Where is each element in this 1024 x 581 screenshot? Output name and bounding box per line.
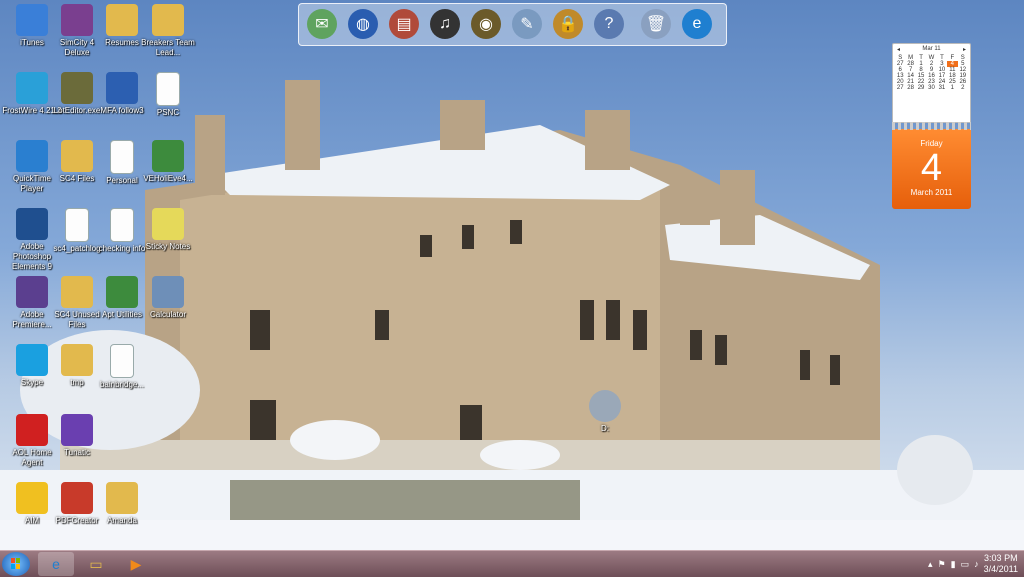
document-icon <box>65 208 89 242</box>
desktop-icon-label: PSNC <box>156 108 180 117</box>
calendar-day[interactable]: 1 <box>947 85 957 91</box>
desktop-icon-label: Tunatic <box>64 448 90 457</box>
desktop-icon-sticky-notes[interactable]: Sticky Notes <box>138 208 198 252</box>
disc-drive-icon <box>589 390 621 422</box>
desktop-icon-document[interactable]: bainbridge... <box>92 344 152 390</box>
globe-icon[interactable]: ◍ <box>348 9 378 39</box>
folder-icon <box>152 4 184 36</box>
clock[interactable]: 3:03 PM 3/4/2011 <box>984 553 1018 575</box>
calendar-day[interactable]: 28 <box>905 85 915 91</box>
lock-icon[interactable]: 🔒 <box>553 9 583 39</box>
day-name: Friday <box>920 139 943 148</box>
document-icon <box>110 140 134 174</box>
calendar-gadget[interactable]: ◂ Mar 11 ▸ S M T W T F S 27 28 1 2 3 4 5 6 7 8 9 10 11 12 13 1… <box>892 43 971 209</box>
desktop-icon-label: bainbridge... <box>99 380 145 389</box>
aol-agent-icon <box>16 414 48 446</box>
system-tray: ▴ ⚑ ▮ ▭ ♪ 3:03 PM 3/4/2011 <box>928 552 1018 576</box>
photoshop-icon <box>16 208 48 240</box>
aim-icon <box>16 482 48 514</box>
notepad-icon[interactable]: ✎ <box>512 9 542 39</box>
calendar-day[interactable]: 2 <box>958 85 968 91</box>
internet-explorer-icon[interactable]: e <box>682 9 712 39</box>
calculator-icon <box>152 276 184 308</box>
desktop-icon-label: Sticky Notes <box>145 242 191 251</box>
show-hidden-icon[interactable]: ▴ <box>928 559 933 570</box>
desktop-icon-folder[interactable]: Breakers Team Lead... <box>138 4 198 58</box>
folder-icon <box>61 344 93 376</box>
month-header: Mar 11 <box>922 46 941 52</box>
mini-calendar[interactable]: ◂ Mar 11 ▸ S M T W T F S 27 28 1 2 3 4 5 6 7 8 9 10 11 12 13 1… <box>892 43 971 123</box>
document-icon <box>110 208 134 242</box>
document-icon <box>156 72 180 106</box>
desktop[interactable]: iTunes SimCity 4 Deluxe Resumes Breakers Te… <box>0 0 1024 550</box>
desktop-icon-disc-drive[interactable]: D: <box>575 390 635 434</box>
flag-icon[interactable]: ⚑ <box>938 559 946 570</box>
clock-time: 3:03 PM <box>984 553 1018 563</box>
quicktime-icon <box>16 140 48 172</box>
calendar-day[interactable]: 31 <box>937 85 947 91</box>
desktop-icon-excel-doc[interactable]: VEHoliEve4... <box>138 140 198 184</box>
network-icon[interactable]: ▮ <box>951 559 956 570</box>
excel-doc-icon <box>106 276 138 308</box>
desktop-icon-folder[interactable]: Amanda <box>92 482 152 526</box>
folder-icon <box>61 140 93 172</box>
taskbar: e ▭ ▶ ▴ ⚑ ▮ ▭ ♪ 3:03 PM 3/4/2011 <box>0 550 1024 577</box>
calendar-day[interactable]: 30 <box>926 85 936 91</box>
desktop-icon-label: VEHoliEve4... <box>143 174 193 183</box>
calendar-day-page[interactable]: Friday 4 March 2011 <box>892 122 971 209</box>
headphones-icon[interactable]: ♫ <box>430 9 460 39</box>
tunatic-icon <box>61 414 93 446</box>
prev-month-arrow[interactable]: ◂ <box>897 46 900 53</box>
calendar-rings <box>892 122 971 130</box>
document-icon <box>110 344 134 378</box>
desktop-icon-label: Amanda <box>107 516 137 525</box>
desktop-icon-label: Calculator <box>149 310 186 319</box>
skype-icon <box>16 344 48 376</box>
taskbar-internet-explorer-icon[interactable]: e <box>38 552 74 576</box>
help-icon[interactable]: ? <box>594 9 624 39</box>
folder-icon <box>106 482 138 514</box>
windows-logo-icon <box>11 558 20 569</box>
day-number: 4 <box>920 147 943 189</box>
film-reel-icon[interactable]: ◉ <box>471 9 501 39</box>
excel-doc-icon <box>152 140 184 172</box>
pdfcreator-icon <box>61 482 93 514</box>
taskbar-file-explorer-icon[interactable]: ▭ <box>78 552 114 576</box>
calendar-day[interactable]: 29 <box>916 85 926 91</box>
word-doc-icon <box>106 72 138 104</box>
start-button[interactable] <box>2 552 30 576</box>
calendar-grid: S M T W T F S 27 28 1 2 3 4 5 6 7 8 9 10 11 12 13 14 15 16 17 18 19… <box>893 55 970 91</box>
frostwire-icon <box>16 72 48 104</box>
quick-launch-dock: ✉ ◍ ▤ ♫ ◉ ✎ 🔒? 🗑 e <box>298 3 727 46</box>
volume-icon[interactable]: ♪ <box>974 559 979 569</box>
desktop-icon-tunatic[interactable]: Tunatic <box>47 414 107 458</box>
simcity-icon <box>61 4 93 36</box>
premiere-icon <box>16 276 48 308</box>
app-icon <box>61 72 93 104</box>
desktop-icon-document[interactable]: PSNC <box>138 72 198 118</box>
calendar-day[interactable]: 27 <box>895 85 905 91</box>
recycle-bin-icon[interactable]: 🗑 <box>641 9 671 39</box>
battery-icon[interactable]: ▭ <box>961 559 970 570</box>
sticky-notes-icon <box>152 208 184 240</box>
month-year: March 2011 <box>910 188 953 197</box>
clock-date: 3/4/2011 <box>983 564 1018 574</box>
books-icon[interactable]: ▤ <box>389 9 419 39</box>
folder-icon <box>61 276 93 308</box>
folder-icon <box>106 4 138 36</box>
itunes-icon <box>16 4 48 36</box>
desktop-icon-label: D: <box>601 424 609 433</box>
taskbar-media-player-icon[interactable]: ▶ <box>118 552 154 576</box>
desktop-icon-calculator[interactable]: Calculator <box>138 276 198 320</box>
desktop-icon-label: Breakers Team Lead... <box>141 38 195 57</box>
next-month-arrow[interactable]: ▸ <box>963 46 966 53</box>
mail-icon[interactable]: ✉ <box>307 9 337 39</box>
